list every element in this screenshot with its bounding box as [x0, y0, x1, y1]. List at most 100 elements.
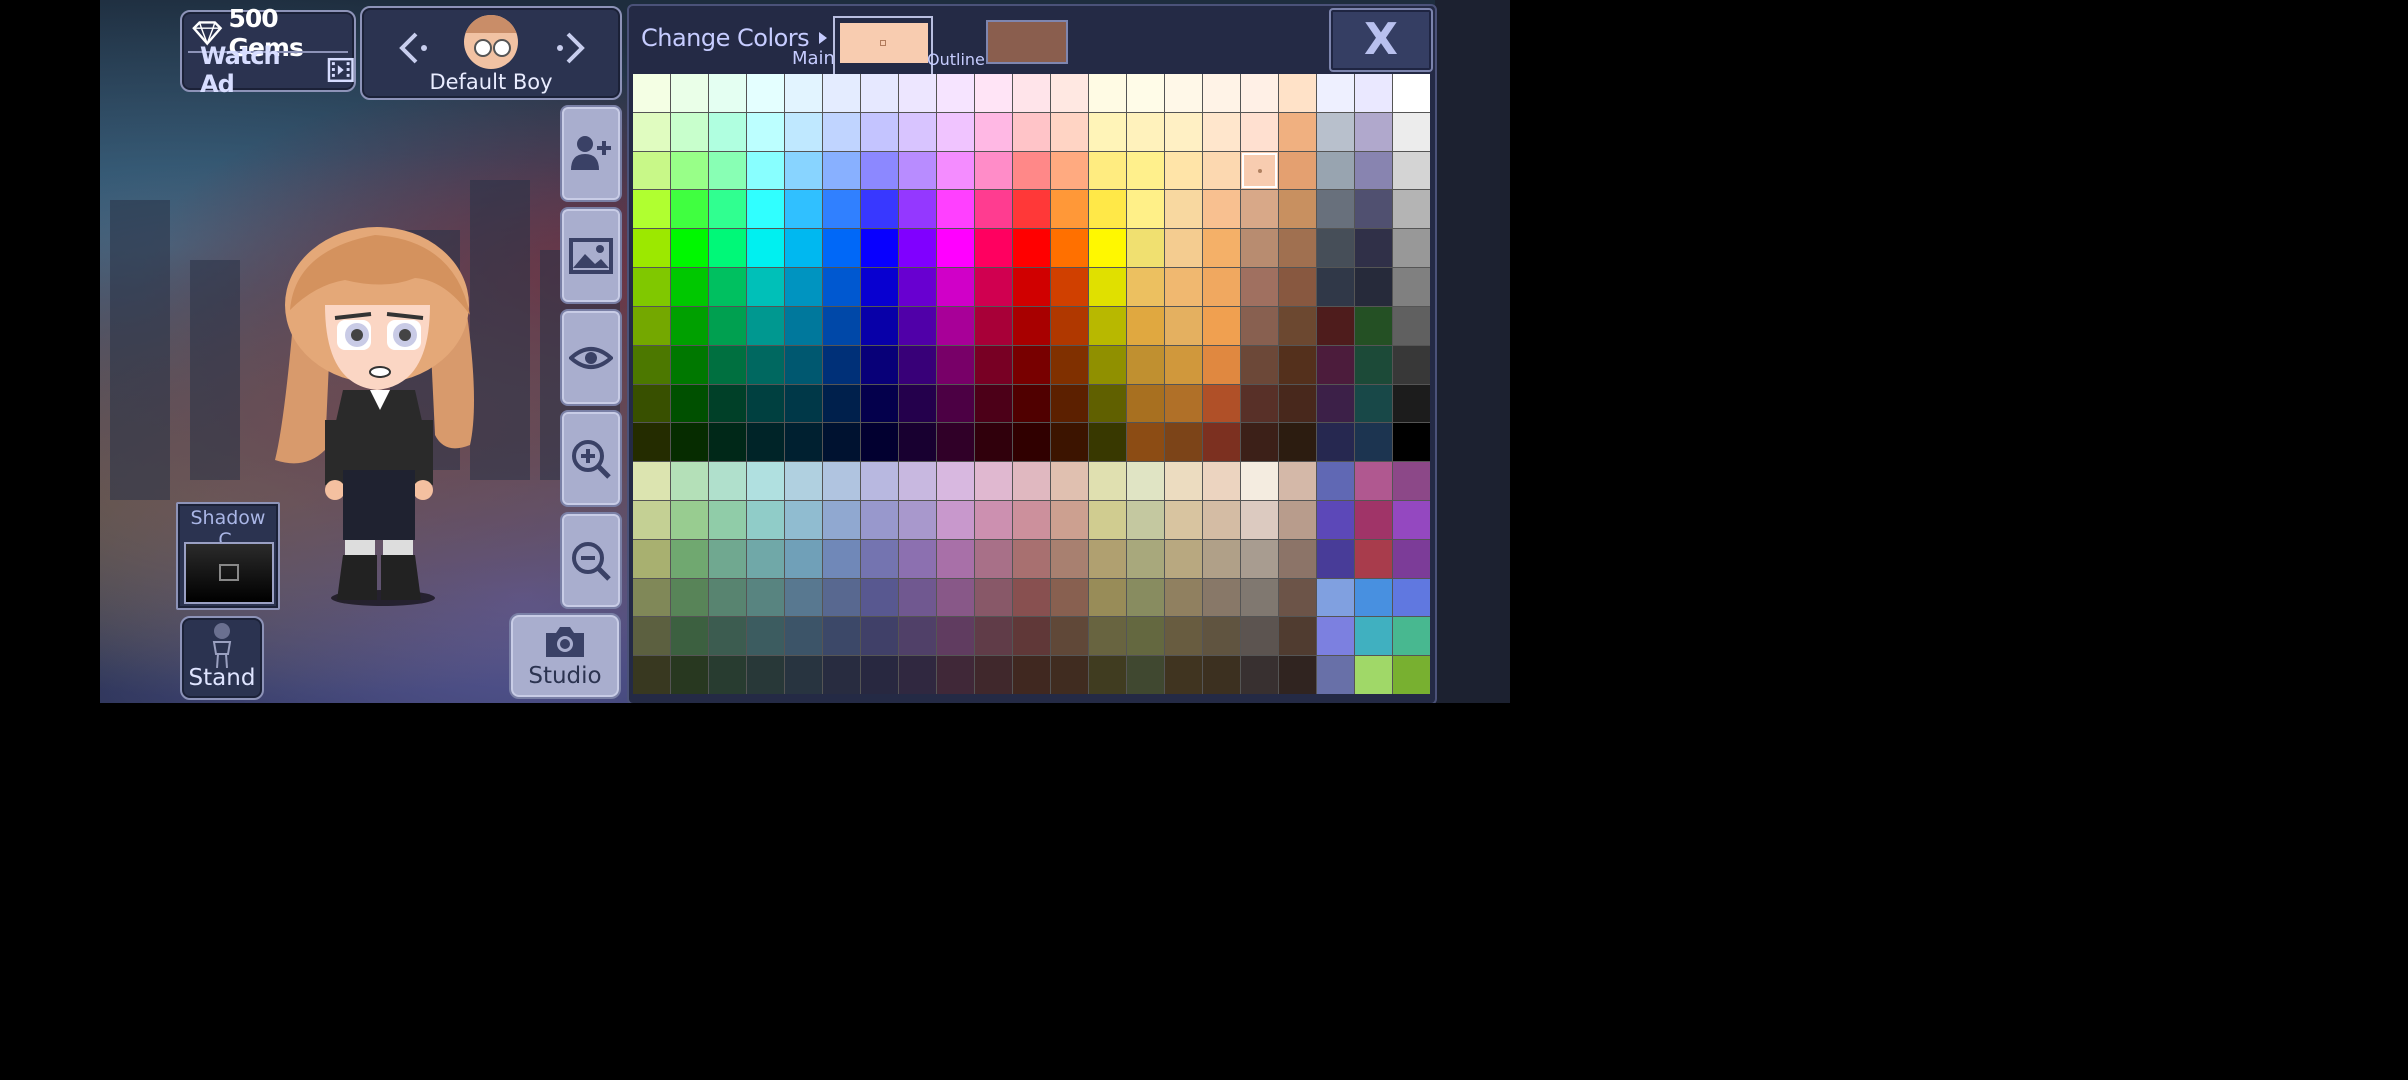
- color-swatch[interactable]: [709, 190, 746, 229]
- color-swatch[interactable]: [861, 306, 898, 345]
- color-swatch[interactable]: [1089, 617, 1126, 656]
- color-swatch[interactable]: [633, 229, 670, 268]
- color-swatch[interactable]: [1241, 151, 1278, 190]
- color-swatch[interactable]: [1203, 268, 1240, 306]
- color-swatch[interactable]: [823, 268, 860, 306]
- color-swatch[interactable]: [1051, 539, 1088, 578]
- color-swatch[interactable]: [747, 423, 784, 462]
- color-swatch[interactable]: [1317, 74, 1354, 112]
- color-swatch[interactable]: [1051, 190, 1088, 229]
- color-swatch[interactable]: [1013, 74, 1050, 112]
- color-swatch[interactable]: [1279, 656, 1316, 694]
- color-swatch[interactable]: [785, 151, 822, 190]
- color-swatch[interactable]: [785, 190, 822, 229]
- color-swatch[interactable]: [1127, 151, 1164, 190]
- color-swatch[interactable]: [975, 190, 1012, 229]
- color-swatch[interactable]: [633, 656, 670, 694]
- color-swatch[interactable]: [937, 578, 974, 617]
- color-swatch[interactable]: [937, 617, 974, 656]
- color-swatch[interactable]: [785, 423, 822, 462]
- color-swatch[interactable]: [861, 617, 898, 656]
- color-swatch[interactable]: [899, 151, 936, 190]
- color-swatch[interactable]: [1355, 190, 1392, 229]
- color-swatch[interactable]: [1317, 229, 1354, 268]
- color-swatch[interactable]: [823, 345, 860, 384]
- color-swatch[interactable]: [1393, 539, 1430, 578]
- color-swatch[interactable]: [709, 151, 746, 190]
- color-swatch[interactable]: [1355, 345, 1392, 384]
- color-swatch[interactable]: [975, 74, 1012, 112]
- color-swatch[interactable]: [709, 578, 746, 617]
- color-swatch[interactable]: [1279, 112, 1316, 151]
- color-swatch[interactable]: [1241, 423, 1278, 462]
- color-swatch[interactable]: [709, 656, 746, 694]
- color-swatch[interactable]: [1241, 656, 1278, 694]
- color-swatch[interactable]: [1317, 462, 1354, 500]
- color-swatch[interactable]: [1127, 539, 1164, 578]
- color-swatch[interactable]: [709, 229, 746, 268]
- color-swatch[interactable]: [671, 74, 708, 112]
- color-swatch[interactable]: [975, 345, 1012, 384]
- color-swatch[interactable]: [937, 306, 974, 345]
- color-swatch[interactable]: [1013, 539, 1050, 578]
- color-swatch[interactable]: [937, 229, 974, 268]
- color-swatch[interactable]: [747, 656, 784, 694]
- color-swatch[interactable]: [1127, 656, 1164, 694]
- color-swatch[interactable]: [1203, 345, 1240, 384]
- color-swatch[interactable]: [861, 423, 898, 462]
- color-swatch[interactable]: [1317, 345, 1354, 384]
- color-swatch[interactable]: [709, 345, 746, 384]
- color-swatch[interactable]: [1165, 578, 1202, 617]
- color-swatch[interactable]: [1241, 112, 1278, 151]
- color-swatch[interactable]: [861, 345, 898, 384]
- color-swatch[interactable]: [1089, 229, 1126, 268]
- color-swatch[interactable]: [1203, 578, 1240, 617]
- color-swatch[interactable]: [823, 112, 860, 151]
- color-swatch[interactable]: [709, 74, 746, 112]
- color-swatch[interactable]: [633, 268, 670, 306]
- color-swatch[interactable]: [1089, 500, 1126, 539]
- color-swatch[interactable]: [1013, 384, 1050, 423]
- color-swatch[interactable]: [823, 190, 860, 229]
- color-swatch[interactable]: [975, 617, 1012, 656]
- color-swatch[interactable]: [975, 539, 1012, 578]
- color-swatch[interactable]: [1317, 656, 1354, 694]
- color-swatch[interactable]: [1279, 384, 1316, 423]
- color-swatch[interactable]: [747, 345, 784, 384]
- next-arrow-icon[interactable]: [550, 28, 590, 68]
- color-swatch[interactable]: [823, 500, 860, 539]
- color-swatch[interactable]: [633, 617, 670, 656]
- color-swatch[interactable]: [1317, 539, 1354, 578]
- color-swatch[interactable]: [899, 500, 936, 539]
- stand-button[interactable]: Stand: [180, 616, 264, 700]
- color-swatch[interactable]: [1241, 268, 1278, 306]
- color-swatch[interactable]: [1013, 112, 1050, 151]
- color-swatch[interactable]: [975, 500, 1012, 539]
- color-swatch[interactable]: [1089, 190, 1126, 229]
- color-swatch[interactable]: [1241, 345, 1278, 384]
- color-swatch[interactable]: [823, 578, 860, 617]
- color-swatch[interactable]: [747, 500, 784, 539]
- color-swatch[interactable]: [1127, 500, 1164, 539]
- color-swatch[interactable]: [937, 500, 974, 539]
- color-swatch[interactable]: [1089, 462, 1126, 500]
- color-swatch[interactable]: [861, 500, 898, 539]
- color-swatch[interactable]: [633, 500, 670, 539]
- color-swatch[interactable]: [1317, 190, 1354, 229]
- color-swatch[interactable]: [1279, 74, 1316, 112]
- color-swatch[interactable]: [937, 384, 974, 423]
- color-swatch[interactable]: [1241, 539, 1278, 578]
- color-swatch[interactable]: [671, 151, 708, 190]
- color-swatch[interactable]: [1013, 500, 1050, 539]
- color-swatch[interactable]: [1203, 656, 1240, 694]
- zoom-out-button[interactable]: [560, 512, 622, 609]
- color-swatch[interactable]: [1241, 617, 1278, 656]
- color-swatch[interactable]: [899, 112, 936, 151]
- color-swatch[interactable]: [823, 306, 860, 345]
- color-swatch[interactable]: [1279, 500, 1316, 539]
- color-swatch[interactable]: [709, 306, 746, 345]
- color-swatch[interactable]: [1241, 306, 1278, 345]
- color-swatch[interactable]: [861, 268, 898, 306]
- color-swatch[interactable]: [975, 462, 1012, 500]
- color-swatch[interactable]: [1393, 74, 1430, 112]
